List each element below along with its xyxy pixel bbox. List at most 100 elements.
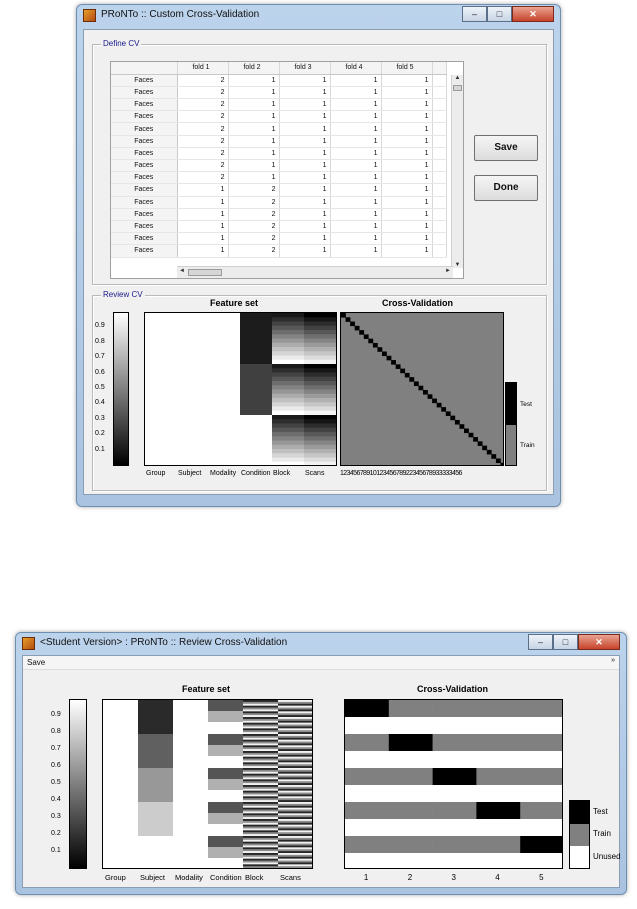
table-cell[interactable]: 2: [177, 159, 229, 173]
horizontal-scroll-thumb[interactable]: [188, 269, 222, 276]
table-cell[interactable]: 1: [279, 110, 331, 124]
column-header-fold-5[interactable]: fold 5: [381, 62, 433, 75]
table-cell[interactable]: 1: [330, 74, 382, 87]
horizontal-scrollbar[interactable]: ◄ ►: [177, 266, 453, 278]
scroll-down-arrow-icon[interactable]: ▼: [452, 262, 463, 268]
row-header[interactable]: Faces: [111, 220, 178, 234]
table-cell[interactable]: 1: [330, 196, 382, 209]
table-cell[interactable]: 1: [177, 208, 229, 221]
row-header[interactable]: Faces: [111, 232, 178, 246]
scroll-up-arrow-icon[interactable]: ▲: [452, 75, 463, 81]
table-cell[interactable]: 1: [330, 220, 382, 234]
row-header[interactable]: Faces: [111, 171, 178, 185]
table-cell[interactable]: 1: [381, 135, 433, 148]
table-cell[interactable]: 2: [177, 110, 229, 124]
row-header[interactable]: Faces: [111, 159, 178, 173]
table-cell[interactable]: 1: [330, 86, 382, 100]
table-cell[interactable]: 1: [330, 110, 382, 124]
column-header-fold-2[interactable]: fold 2: [228, 62, 280, 75]
column-header-fold-1[interactable]: fold 1: [177, 62, 229, 75]
table-cell[interactable]: 1: [279, 135, 331, 148]
table-cell[interactable]: 1: [228, 98, 280, 112]
table-cell[interactable]: 1: [381, 98, 433, 112]
table-cell[interactable]: 1: [330, 208, 382, 221]
minimize-button[interactable]: –: [528, 634, 553, 650]
table-cell[interactable]: 1: [381, 196, 433, 209]
table-cell[interactable]: 1: [279, 183, 331, 197]
table-cell[interactable]: 1: [381, 122, 433, 136]
table-cell[interactable]: 2: [228, 183, 280, 197]
table-cell[interactable]: 2: [228, 196, 280, 209]
vertical-scrollbar[interactable]: ▲ ▼: [451, 75, 463, 268]
table-cell[interactable]: 1: [177, 196, 229, 209]
table-cell[interactable]: 1: [279, 208, 331, 221]
table-cell[interactable]: 1: [228, 74, 280, 87]
table-cell[interactable]: 1: [330, 232, 382, 246]
row-header[interactable]: Faces: [111, 147, 178, 161]
table-cell[interactable]: 2: [228, 232, 280, 246]
table-cell[interactable]: 2: [177, 147, 229, 161]
table-cell[interactable]: 1: [177, 183, 229, 197]
menu-save[interactable]: Save: [27, 658, 45, 667]
table-cell[interactable]: 1: [330, 171, 382, 185]
table-cell[interactable]: 1: [279, 122, 331, 136]
title-bar[interactable]: <Student Version> : PRoNTo :: Review Cro…: [16, 633, 626, 655]
table-cell[interactable]: 1: [381, 110, 433, 124]
table-cell[interactable]: 1: [381, 147, 433, 161]
table-cell[interactable]: 1: [279, 232, 331, 246]
table-cell[interactable]: 2: [228, 244, 280, 258]
table-cell[interactable]: 1: [381, 74, 433, 87]
vertical-scroll-thumb[interactable]: [453, 85, 462, 91]
table-cell[interactable]: 2: [177, 86, 229, 100]
title-bar[interactable]: PRoNTo :: Custom Cross-Validation – □ ✕: [77, 5, 560, 27]
table-cell[interactable]: 2: [177, 98, 229, 112]
row-header[interactable]: Faces: [111, 110, 178, 124]
row-header[interactable]: Faces: [111, 122, 178, 136]
table-cell[interactable]: 2: [177, 171, 229, 185]
table-cell[interactable]: 1: [279, 98, 331, 112]
table-cell[interactable]: 1: [279, 220, 331, 234]
table-cell[interactable]: 1: [279, 244, 331, 258]
table-cell[interactable]: 1: [228, 135, 280, 148]
table-cell[interactable]: 1: [279, 74, 331, 87]
table-cell[interactable]: 1: [279, 86, 331, 100]
row-header[interactable]: Faces: [111, 98, 178, 112]
save-button[interactable]: Save: [474, 135, 538, 161]
table-cell[interactable]: 1: [279, 159, 331, 173]
table-cell[interactable]: 1: [177, 244, 229, 258]
done-button[interactable]: Done: [474, 175, 538, 201]
row-header[interactable]: Faces: [111, 196, 178, 209]
table-cell[interactable]: 1: [279, 171, 331, 185]
table-cell[interactable]: 2: [228, 208, 280, 221]
table-cell[interactable]: 1: [381, 183, 433, 197]
table-cell[interactable]: 1: [330, 147, 382, 161]
table-cell[interactable]: 2: [177, 122, 229, 136]
table-cell[interactable]: 2: [177, 135, 229, 148]
table-cell[interactable]: 1: [381, 208, 433, 221]
table-cell[interactable]: 1: [381, 159, 433, 173]
row-header[interactable]: Faces: [111, 74, 178, 87]
table-cell[interactable]: 1: [228, 171, 280, 185]
table-cell[interactable]: 1: [330, 98, 382, 112]
table-cell[interactable]: 1: [177, 232, 229, 246]
table-cell[interactable]: 1: [177, 220, 229, 234]
table-cell[interactable]: 1: [330, 244, 382, 258]
table-cell[interactable]: 1: [279, 147, 331, 161]
close-button[interactable]: ✕: [512, 6, 554, 22]
scroll-left-arrow-icon[interactable]: ◄: [179, 268, 185, 274]
row-header[interactable]: Faces: [111, 244, 178, 258]
close-button[interactable]: ✕: [578, 634, 620, 650]
column-header-fold-4[interactable]: fold 4: [330, 62, 382, 75]
table-cell[interactable]: 1: [228, 86, 280, 100]
maximize-button[interactable]: □: [487, 6, 512, 22]
table-cell[interactable]: 2: [177, 74, 229, 87]
table-cell[interactable]: 1: [381, 232, 433, 246]
table-cell[interactable]: 1: [228, 159, 280, 173]
table-cell[interactable]: 1: [381, 220, 433, 234]
folds-table[interactable]: fold 1 fold 2 fold 3 fold 4 fold 5 Faces 2 1 1 1…: [111, 62, 447, 258]
row-header[interactable]: Faces: [111, 135, 178, 148]
table-cell[interactable]: 2: [228, 220, 280, 234]
table-cell[interactable]: 1: [381, 171, 433, 185]
table-cell[interactable]: 1: [330, 183, 382, 197]
scroll-right-arrow-icon[interactable]: ►: [445, 268, 451, 274]
